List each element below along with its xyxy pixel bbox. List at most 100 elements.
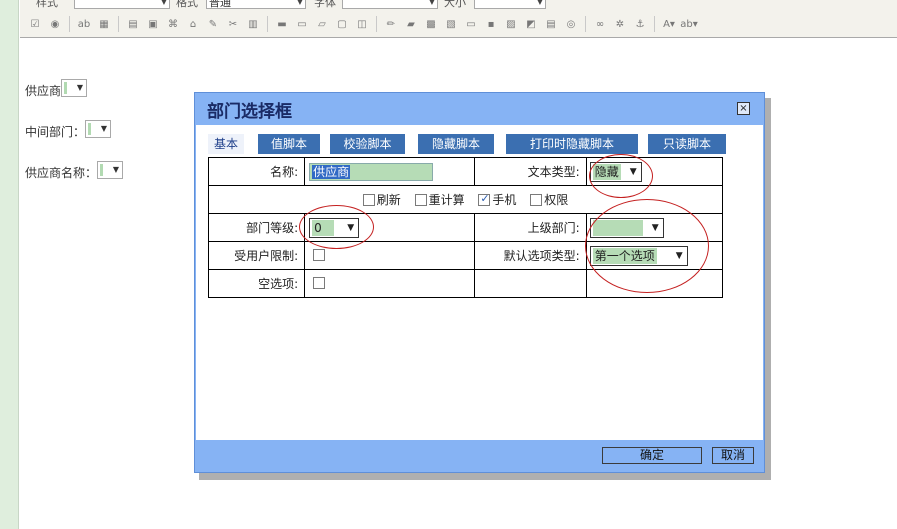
close-icon[interactable]: × [737, 102, 750, 115]
checkbox-tool-icon[interactable]: ☑ [26, 15, 44, 33]
size-label: 大小 [444, 0, 466, 9]
calendar-tool-icon[interactable]: ▣ [144, 15, 162, 33]
link-tool-icon[interactable]: ✎ [204, 15, 222, 33]
empty-option-checkbox[interactable] [313, 277, 326, 289]
media-icon[interactable]: ▪ [482, 15, 500, 33]
tab-print-hide-script[interactable]: 打印时隐藏脚本 [506, 134, 638, 154]
user-limit-checkbox[interactable] [313, 249, 326, 261]
font-select[interactable]: ▼ [342, 0, 438, 9]
highlight-color-icon[interactable]: ab▾ [680, 15, 698, 33]
supplier-select[interactable]: ▼ [61, 79, 87, 97]
textfield-tool-icon[interactable]: ab [75, 15, 93, 33]
anchor-icon[interactable]: ⚓ [631, 15, 649, 33]
search-doc-icon[interactable]: ◫ [353, 15, 371, 33]
list-tool-icon[interactable]: ▤ [124, 15, 142, 33]
font-color-icon[interactable]: A▾ [660, 15, 678, 33]
style-select[interactable]: ▼ [74, 0, 170, 9]
tab-basic[interactable]: 基本 [208, 134, 244, 154]
recalc-checkbox[interactable] [414, 194, 427, 206]
toolbar-row-bottom: ☑ ◉ ab ▦ ▤ ▣ ⌘ ⌂ ✎ ✂ ▥ ▬ ▭ ▱ ▢ ◫ ✏ ▰ ▩ ▧… [26, 13, 896, 35]
format-select[interactable]: 普通 ▼ [206, 0, 306, 9]
picture-icon[interactable]: ▨ [502, 15, 520, 33]
chevron-down-icon: ▼ [536, 0, 543, 6]
parent-dept-cell: ▼ [585, 213, 724, 242]
empty-cell [473, 269, 587, 298]
dialog-footer: 确定 取消 [196, 441, 763, 472]
crop-tool-icon[interactable]: ✂ [224, 15, 242, 33]
tree-tool-icon[interactable]: ⌘ [164, 15, 182, 33]
dept-level-cell: 0 ▼ [304, 213, 475, 242]
grid-tool-icon[interactable]: ▦ [95, 15, 113, 33]
window-icon[interactable]: ▭ [462, 15, 480, 33]
separator [118, 16, 119, 32]
chevron-down-icon: ▼ [76, 83, 83, 92]
toolbar-row-top: 样式 ▼ 格式 普通 ▼ 字体 ▼ 大小 ▼ [26, 0, 896, 12]
cancel-button[interactable]: 取消 [712, 447, 754, 464]
chevron-down-icon: ▼ [112, 165, 119, 174]
refresh-option[interactable]: 刷新 [362, 193, 401, 207]
unlink-icon[interactable]: ✲ [611, 15, 629, 33]
dialog-title: 部门选择框 [207, 102, 292, 122]
supplier-name-select[interactable]: ▼ [97, 161, 123, 179]
chevron-down-icon: ▼ [100, 124, 107, 133]
permission-checkbox[interactable] [530, 194, 543, 206]
format-value: 普通 [209, 0, 231, 9]
table-tool-icon[interactable]: ▥ [244, 15, 262, 33]
ok-button[interactable]: 确定 [602, 447, 702, 464]
empty-option-cell [304, 269, 475, 298]
mobile-option[interactable]: 手机 [478, 192, 516, 207]
comment-icon[interactable]: ▰ [402, 15, 420, 33]
user-limit-label: 受用户限制: [207, 241, 306, 270]
format-label: 格式 [176, 0, 198, 9]
link-icon[interactable]: ∞ [591, 15, 609, 33]
chevron-down-icon: ▼ [160, 0, 167, 6]
size-select[interactable]: ▼ [474, 0, 546, 9]
text-type-cell: 隐藏 ▼ [585, 157, 724, 186]
line-tool-icon[interactable]: ▬ [273, 15, 291, 33]
copy-tool-icon[interactable]: ▭ [293, 15, 311, 33]
separator [376, 16, 377, 32]
parent-dept-select[interactable]: ▼ [589, 218, 664, 238]
document-icon[interactable]: ▤ [542, 15, 560, 33]
text-type-select[interactable]: 隐藏 ▼ [589, 162, 642, 182]
tab-readonly-script[interactable]: 只读脚本 [648, 134, 726, 154]
chevron-down-icon: ▼ [296, 0, 303, 6]
photo-icon[interactable]: ◩ [522, 15, 540, 33]
dialog-body: 基本 值脚本 校验脚本 隐藏脚本 打印时隐藏脚本 只读脚本 名称: 供应商 文本… [196, 125, 763, 440]
default-option-cell: 第一个选项 ▼ [585, 241, 724, 270]
permission-option[interactable]: 权限 [530, 193, 568, 207]
mobile-checkbox[interactable] [478, 192, 491, 206]
name-label: 名称: [207, 157, 306, 186]
parent-dept-label: 上级部门: [473, 213, 587, 242]
pencil-icon[interactable]: ✏ [382, 15, 400, 33]
folder-tool-icon[interactable]: ▱ [313, 15, 331, 33]
separator [69, 16, 70, 32]
image-icon[interactable]: ▩ [422, 15, 440, 33]
text-type-label: 文本类型: [473, 157, 587, 186]
flash-icon[interactable]: ◎ [562, 15, 580, 33]
tab-value-script[interactable]: 值脚本 [258, 134, 320, 154]
editor-toolbar: 样式 ▼ 格式 普通 ▼ 字体 ▼ 大小 ▼ ☑ ◉ ab ▦ ▤ ▣ ⌘ ⌂ ✎… [20, 0, 897, 38]
tab-hide-script[interactable]: 隐藏脚本 [418, 134, 494, 154]
dept-level-label: 部门等级: [207, 213, 306, 242]
radio-tool-icon[interactable]: ◉ [46, 15, 64, 33]
separator [267, 16, 268, 32]
separator [585, 16, 586, 32]
refresh-checkbox[interactable] [362, 194, 375, 206]
font-label: 字体 [314, 0, 336, 9]
name-input[interactable]: 供应商 [309, 163, 434, 181]
frame-tool-icon[interactable]: ▢ [333, 15, 351, 33]
middle-dept-select[interactable]: ▼ [85, 120, 111, 138]
layers-icon[interactable]: ▧ [442, 15, 460, 33]
separator [654, 16, 655, 32]
default-option-select[interactable]: 第一个选项 ▼ [589, 246, 688, 266]
chevron-down-icon: ▼ [629, 167, 637, 177]
name-cell: 供应商 [304, 157, 475, 186]
recalc-option[interactable]: 重计算 [414, 193, 465, 207]
dept-select-dialog: 部门选择框 × 基本 值脚本 校验脚本 隐藏脚本 打印时隐藏脚本 只读脚本 名称… [194, 92, 765, 473]
bank-tool-icon[interactable]: ⌂ [184, 15, 202, 33]
select-fill [88, 123, 91, 135]
tab-validate-script[interactable]: 校验脚本 [330, 134, 405, 154]
dept-level-select[interactable]: 0 ▼ [309, 218, 360, 238]
select-fill [64, 82, 67, 94]
